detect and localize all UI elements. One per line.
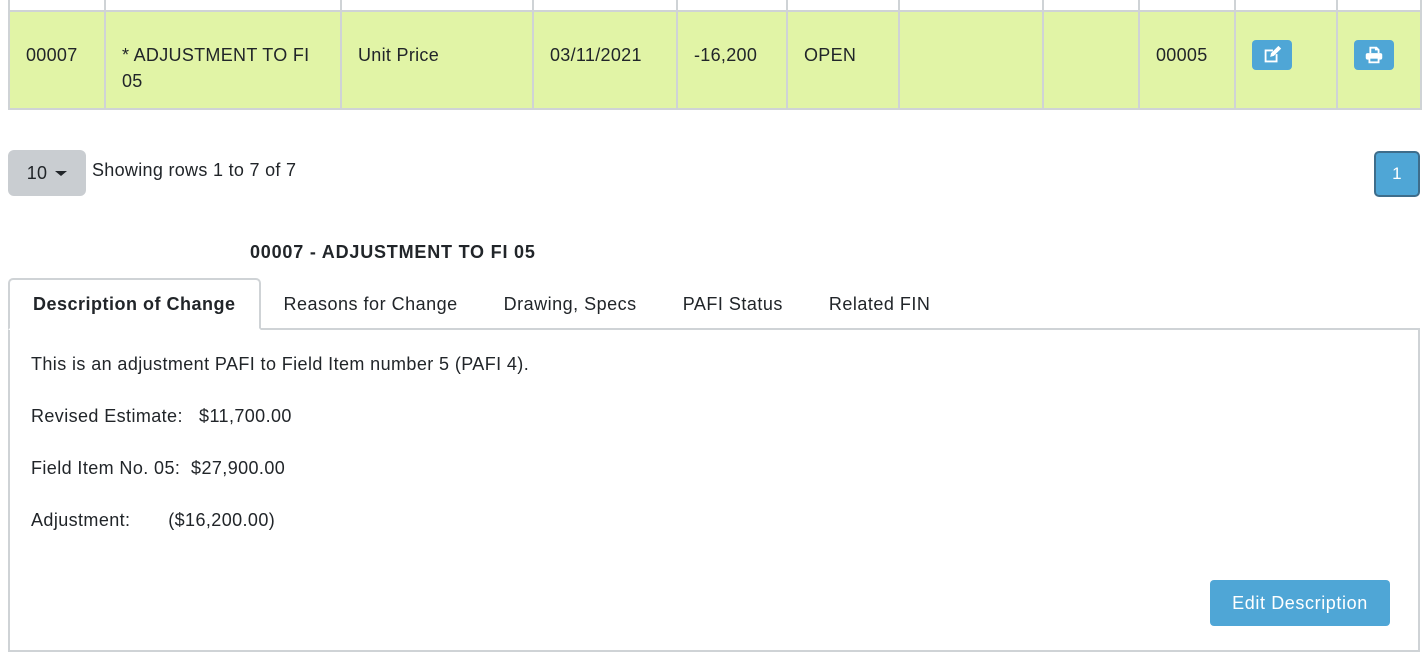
- pafi-table: 00007 * ADJUSTMENT TO FI 05 Unit Price 0…: [8, 0, 1422, 110]
- cell-type: Unit Price: [340, 10, 534, 110]
- adjustment-amount: Adjustment: ($16,200.00): [31, 510, 276, 530]
- cell-edit: [1234, 10, 1338, 110]
- cell-empty-8: [1042, 10, 1140, 110]
- edit-description-button[interactable]: Edit Description: [1210, 580, 1390, 626]
- tab-drawing-specs[interactable]: Drawing, Specs: [481, 278, 660, 330]
- cell-number: 00007: [8, 10, 106, 110]
- tab-pafi-status[interactable]: PAFI Status: [660, 278, 806, 330]
- cell-status: OPEN: [786, 10, 900, 110]
- rows-info: Showing rows 1 to 7 of 7: [92, 160, 297, 180]
- detail-title: 00007 - ADJUSTMENT TO FI 05: [250, 242, 536, 262]
- page-size-dropdown[interactable]: 10: [8, 150, 86, 196]
- tab-reasons-for-change[interactable]: Reasons for Change: [261, 278, 481, 330]
- description-panel: This is an adjustment PAFI to Field Item…: [8, 328, 1420, 652]
- page-1-button[interactable]: 1: [1374, 151, 1420, 197]
- cell-print: [1336, 10, 1422, 110]
- cell-description: * ADJUSTMENT TO FI 05: [104, 10, 342, 110]
- print-button[interactable]: [1354, 40, 1394, 70]
- table-row[interactable]: 00007 * ADJUSTMENT TO FI 05 Unit Price 0…: [8, 10, 1422, 110]
- tab-related-fin[interactable]: Related FIN: [806, 278, 954, 330]
- edit-icon: [1264, 45, 1282, 63]
- cell-amount: -16,200: [676, 10, 788, 110]
- description-text: This is an adjustment PAFI to Field Item…: [31, 354, 530, 374]
- caret-down-icon: [55, 170, 68, 176]
- cell-date: 03/11/2021: [532, 10, 678, 110]
- page-size-value: 10: [26, 162, 48, 183]
- revised-estimate: Revised Estimate: $11,700.00: [31, 406, 292, 426]
- edit-button[interactable]: [1252, 40, 1292, 70]
- tab-description-of-change[interactable]: Description of Change: [8, 278, 261, 330]
- field-item-amount: Field Item No. 05: $27,900.00: [31, 458, 286, 478]
- cell-ref: 00005: [1138, 10, 1236, 110]
- cell-empty-7: [898, 10, 1044, 110]
- detail-tabs: Description of Change Reasons for Change…: [8, 278, 953, 330]
- previous-row-stub: [8, 0, 1422, 12]
- print-icon: [1365, 46, 1383, 64]
